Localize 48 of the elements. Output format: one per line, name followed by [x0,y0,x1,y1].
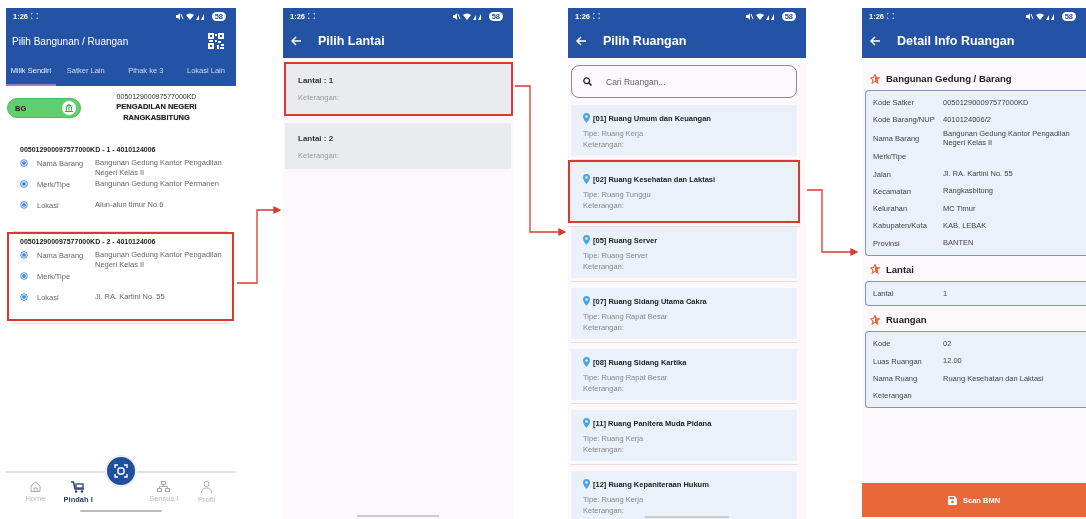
star-icon [870,73,880,84]
status-icons-drawing [175,12,206,20]
search-icon [583,77,592,86]
back-arrow-icon[interactable] [291,36,302,46]
search-field[interactable]: Cari Ruangan... [571,65,797,98]
radio-icon [20,179,28,188]
location-pin-icon [583,418,590,428]
back-arrow-icon[interactable] [870,36,881,46]
radio-icon [20,200,28,209]
bank-icon [62,101,76,115]
section-heading: Bangunan Gedung / Barang [886,73,1012,84]
status-icons-drawing [1025,12,1056,20]
location-pin-icon [583,174,590,184]
scan-icon [114,464,128,478]
back-arrow-icon[interactable] [576,36,587,46]
status-icons-drawing [452,12,483,20]
screen-record-icon [887,13,894,19]
qr-code-icon[interactable] [208,33,224,49]
screen-title: Pilih Bangunan / Ruangan [12,35,129,47]
star-icon [870,264,880,275]
screen-record-icon [31,13,38,19]
screen-title: Detail Info Ruangan [897,34,1015,48]
radio-icon [20,158,28,167]
save-icon [947,495,957,505]
cart-icon [71,481,86,493]
radio-icon [20,250,28,259]
status-icons-drawing [745,12,776,20]
location-pin-icon [583,479,590,489]
person-icon [201,481,213,493]
screen-record-icon [593,13,600,19]
connector-arrow [806,189,859,257]
screen-record-icon [308,13,315,19]
section-heading: Lantai [886,263,914,275]
floor-name: Lantai : 1 [298,76,335,85]
location-pin-icon [583,235,590,245]
star-icon [870,314,880,325]
radio-icon [20,271,28,280]
home-icon [29,481,41,492]
location-pin-icon [583,357,590,367]
hierarchy-icon [157,481,171,492]
screen-title: Pilih Ruangan [603,34,687,48]
floor-name: Lantai : 2 [298,134,335,143]
screen-title: Pilih Lantai [318,34,385,48]
location-pin-icon [583,113,590,123]
location-pin-icon [583,296,590,306]
radio-icon [20,292,28,301]
scan-button[interactable] [105,455,137,487]
section-heading: Ruangan [886,314,927,326]
